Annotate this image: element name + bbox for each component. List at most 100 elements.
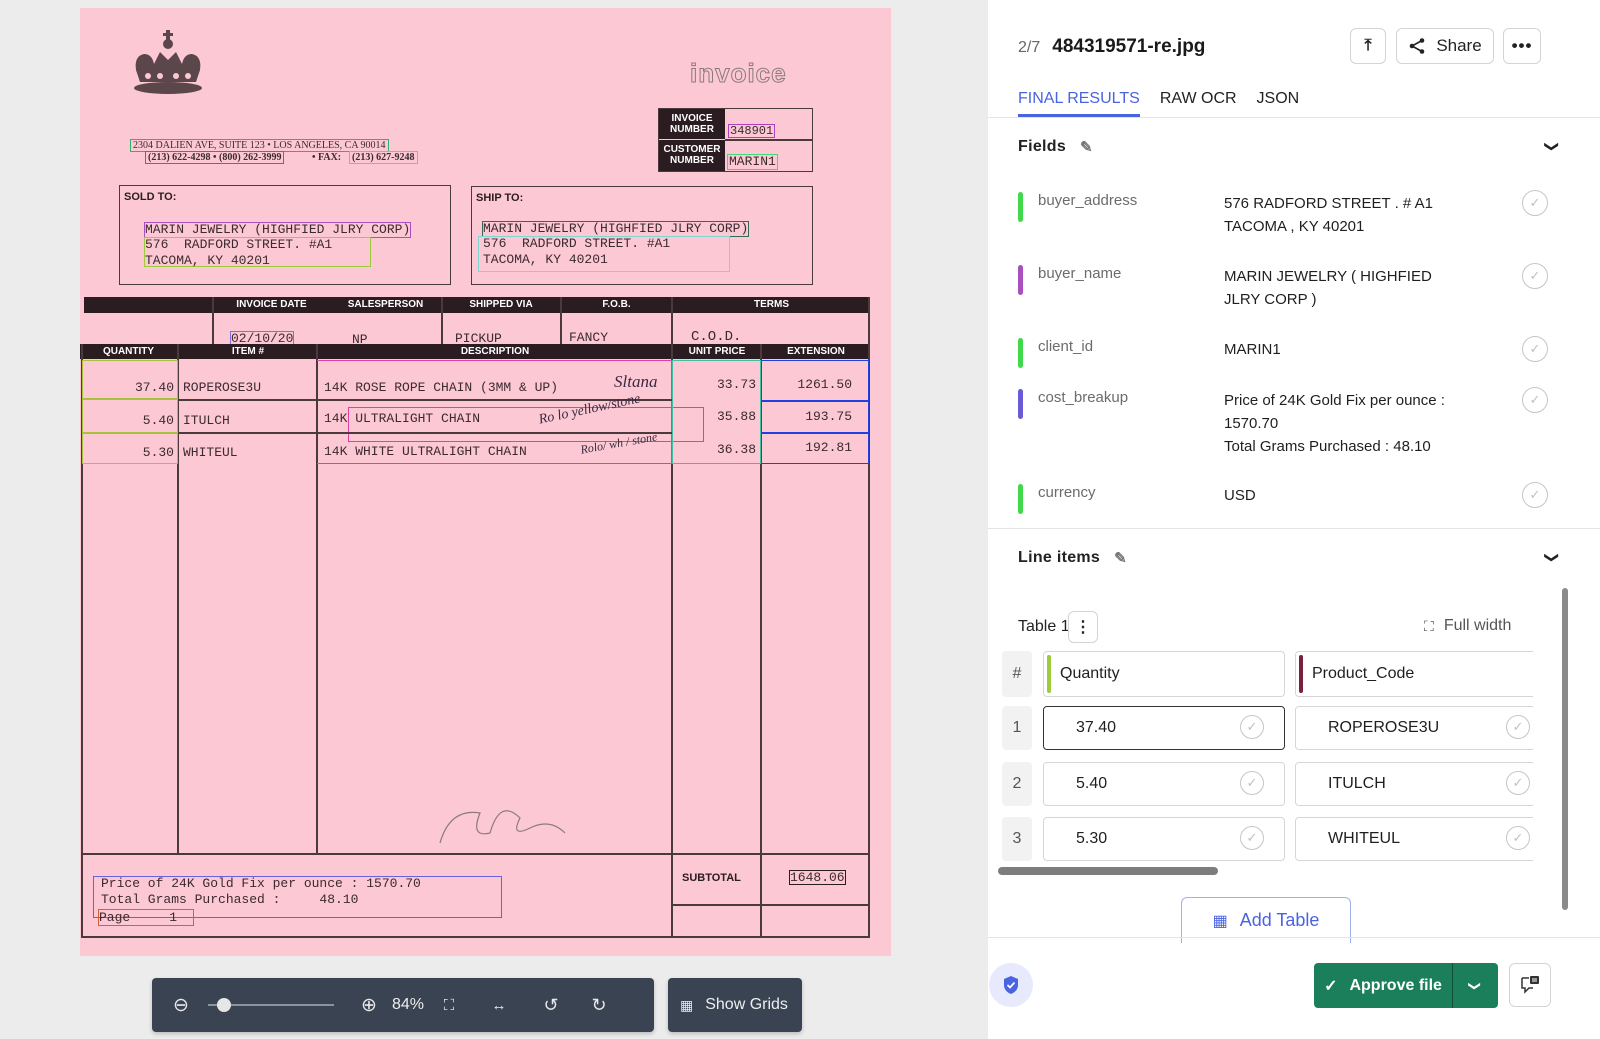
item-row-2-unit: 35.88 [716,409,756,424]
sold-to-city: TACOMA, KY 40201 [145,253,270,268]
item-row-3-unit: 36.38 [716,442,756,457]
item-header-description: DESCRIPTION [318,345,672,358]
table-icon: ▦ [1212,912,1228,930]
row-index: 2 [1002,762,1032,806]
rotate-left-icon[interactable]: ↺ [540,994,562,1016]
cell-value: ROPEROSE3U [1328,719,1440,736]
cell-value: 5.40 [1076,775,1108,792]
invoice-logo-text: invoice [690,58,787,89]
verify-check-icon[interactable]: ✓ [1506,826,1530,850]
item-row-3-qty: 5.30 [142,445,174,460]
item-row-1-qty: 37.40 [134,380,174,395]
meta-header-invoice-date: INVOICE DATE [214,298,329,312]
table-cell[interactable]: ITULCH ✓ [1295,762,1533,806]
sold-to-label: SOLD TO: [124,191,177,203]
table-cell[interactable]: WHITEUL ✓ [1295,817,1533,861]
table-cell[interactable]: 5.40 ✓ [1043,762,1285,806]
column-header-quantity[interactable]: Quantity [1043,651,1285,697]
item-header-extension: EXTENSION [762,345,870,358]
table-cell[interactable]: 37.40 ✓ [1043,706,1285,750]
column-header-product-code[interactable]: Product_Code [1295,651,1533,697]
zoom-toolbar: ⊖ ⊕ 84% ⛶ ↔ ↺ ↻ [152,978,654,1032]
comment-icon [1521,976,1539,994]
cell-value: ITULCH [1328,775,1386,792]
fit-screen-icon[interactable]: ⛶ [438,994,460,1016]
item-row-3-desc: 14K WHITE ULTRALIGHT CHAIN [324,444,527,459]
crown-logo-icon [134,30,202,94]
cell-value: WHITEUL [1328,830,1400,847]
line-items-table: # Quantity Product_Code 1 37.40 ✓ ROPEROSE3U ✓ 2… [988,0,1533,880]
approve-file-button[interactable]: ✓ Approve file [1314,963,1452,1008]
collapse-line-items-icon[interactable]: ❯ [1544,552,1561,564]
item-row-1-desc: 14K ROSE ROPE CHAIN (3MM & UP) [324,380,559,395]
customer-number-label: CUSTOMER NUMBER [659,140,725,171]
invoice-image: invoice 2304 DALIEN AVE, SUITE 123 • LOS… [80,8,891,956]
cell-value: 5.30 [1076,830,1108,847]
verify-check-icon[interactable]: ✓ [1240,771,1264,795]
row-index: 3 [1002,817,1032,861]
document-viewer[interactable]: invoice 2304 DALIEN AVE, SUITE 123 • LOS… [0,0,988,1039]
verify-check-icon[interactable]: ✓ [1506,715,1530,739]
item-header-unit-price: UNIT PRICE [673,345,761,358]
rotate-right-icon[interactable]: ↻ [588,994,610,1016]
approve-options-dropdown[interactable]: ❯ [1452,963,1498,1008]
verified-shield-button[interactable] [989,963,1033,1007]
item-row-3-ext: 192.81 [805,440,852,455]
column-color-indicator [1047,655,1051,693]
meta-header-fob: F.O.B. [561,298,672,312]
page-label: Page 1 [98,909,194,926]
verify-check-icon[interactable]: ✓ [1240,715,1264,739]
zoom-slider-thumb[interactable] [216,998,231,1012]
table-horizontal-scrollbar[interactable] [998,867,1218,875]
table-index-header: # [1002,651,1032,697]
zoom-out-icon[interactable]: ⊖ [170,994,192,1016]
zoom-in-icon[interactable]: ⊕ [358,994,380,1016]
item-row-1-note: Sltana [614,372,658,391]
item-row-1-code: ROPEROSE3U [183,380,262,395]
check-icon: ✓ [1324,977,1338,995]
row-index: 1 [1002,706,1032,750]
customer-number: MARIN1 [727,154,778,170]
chevron-down-icon: ❯ [1468,980,1483,991]
verify-check-icon[interactable]: ✓ [1506,771,1530,795]
column-header-label: Quantity [1060,665,1120,682]
show-grids-label: Show Grids [705,996,788,1013]
company-phone: (213) 622-4298 • (800) 262-3999 [145,151,285,164]
add-table-label: Add Table [1239,910,1320,930]
cell-value: 37.40 [1076,719,1117,736]
results-panel: 2/7 484319571-re.jpg ⤒ Share ••• FINAL R… [988,0,1600,1039]
grid-icon: ▦ [680,996,694,1013]
item-header-item: ITEM # [179,345,317,358]
company-fax-label: • FAX: [312,152,342,163]
cost-line-1: Price of 24K Gold Fix per ounce : 1570.7… [101,876,421,891]
show-grids-button[interactable]: ▦ Show Grids [668,978,802,1032]
meta-header-salesperson: SALESPERSON [330,298,441,312]
subtotal-value: 1648.06 [789,870,846,885]
column-color-indicator [1299,655,1303,693]
table-cell[interactable]: ROPEROSE3U ✓ [1295,706,1533,750]
approve-file-label: Approve file [1349,976,1442,994]
column-header-label: Product_Code [1312,665,1415,682]
panel-vertical-scrollbar[interactable] [1562,588,1568,910]
verify-check-icon[interactable]: ✓ [1240,826,1264,850]
zoom-slider[interactable] [208,995,334,1015]
ship-to-street: 576 RADFORD STREET. #A1 [483,236,671,251]
item-header-quantity: QUANTITY [80,345,177,358]
signature-scribble-icon [439,810,566,844]
company-fax: (213) 627-9248 [349,151,418,164]
collapse-fields-icon[interactable]: ❯ [1544,141,1561,153]
item-row-1-unit: 33.73 [716,377,756,392]
comments-button[interactable] [1509,963,1551,1007]
ship-to-name: MARIN JEWELRY (HIGHFIED JLRY CORP) [482,221,750,237]
fob-value: FANCY [569,330,609,345]
item-row-3-code: WHITEUL [183,445,238,460]
invoice-number-label: INVOICE NUMBER [659,109,725,139]
item-row-2-ext: 193.75 [805,409,852,424]
ship-to-city: TACOMA, KY 40201 [483,252,608,267]
subtotal-label: SUBTOTAL [682,872,741,884]
sold-to-name: MARIN JEWELRY (HIGHFIED JLRY CORP) [144,222,412,238]
table-cell[interactable]: 5.30 ✓ [1043,817,1285,861]
fit-width-icon[interactable]: ↔ [488,994,510,1016]
ship-to-label: SHIP TO: [476,192,524,204]
item-row-2-code: ITULCH [183,413,230,428]
